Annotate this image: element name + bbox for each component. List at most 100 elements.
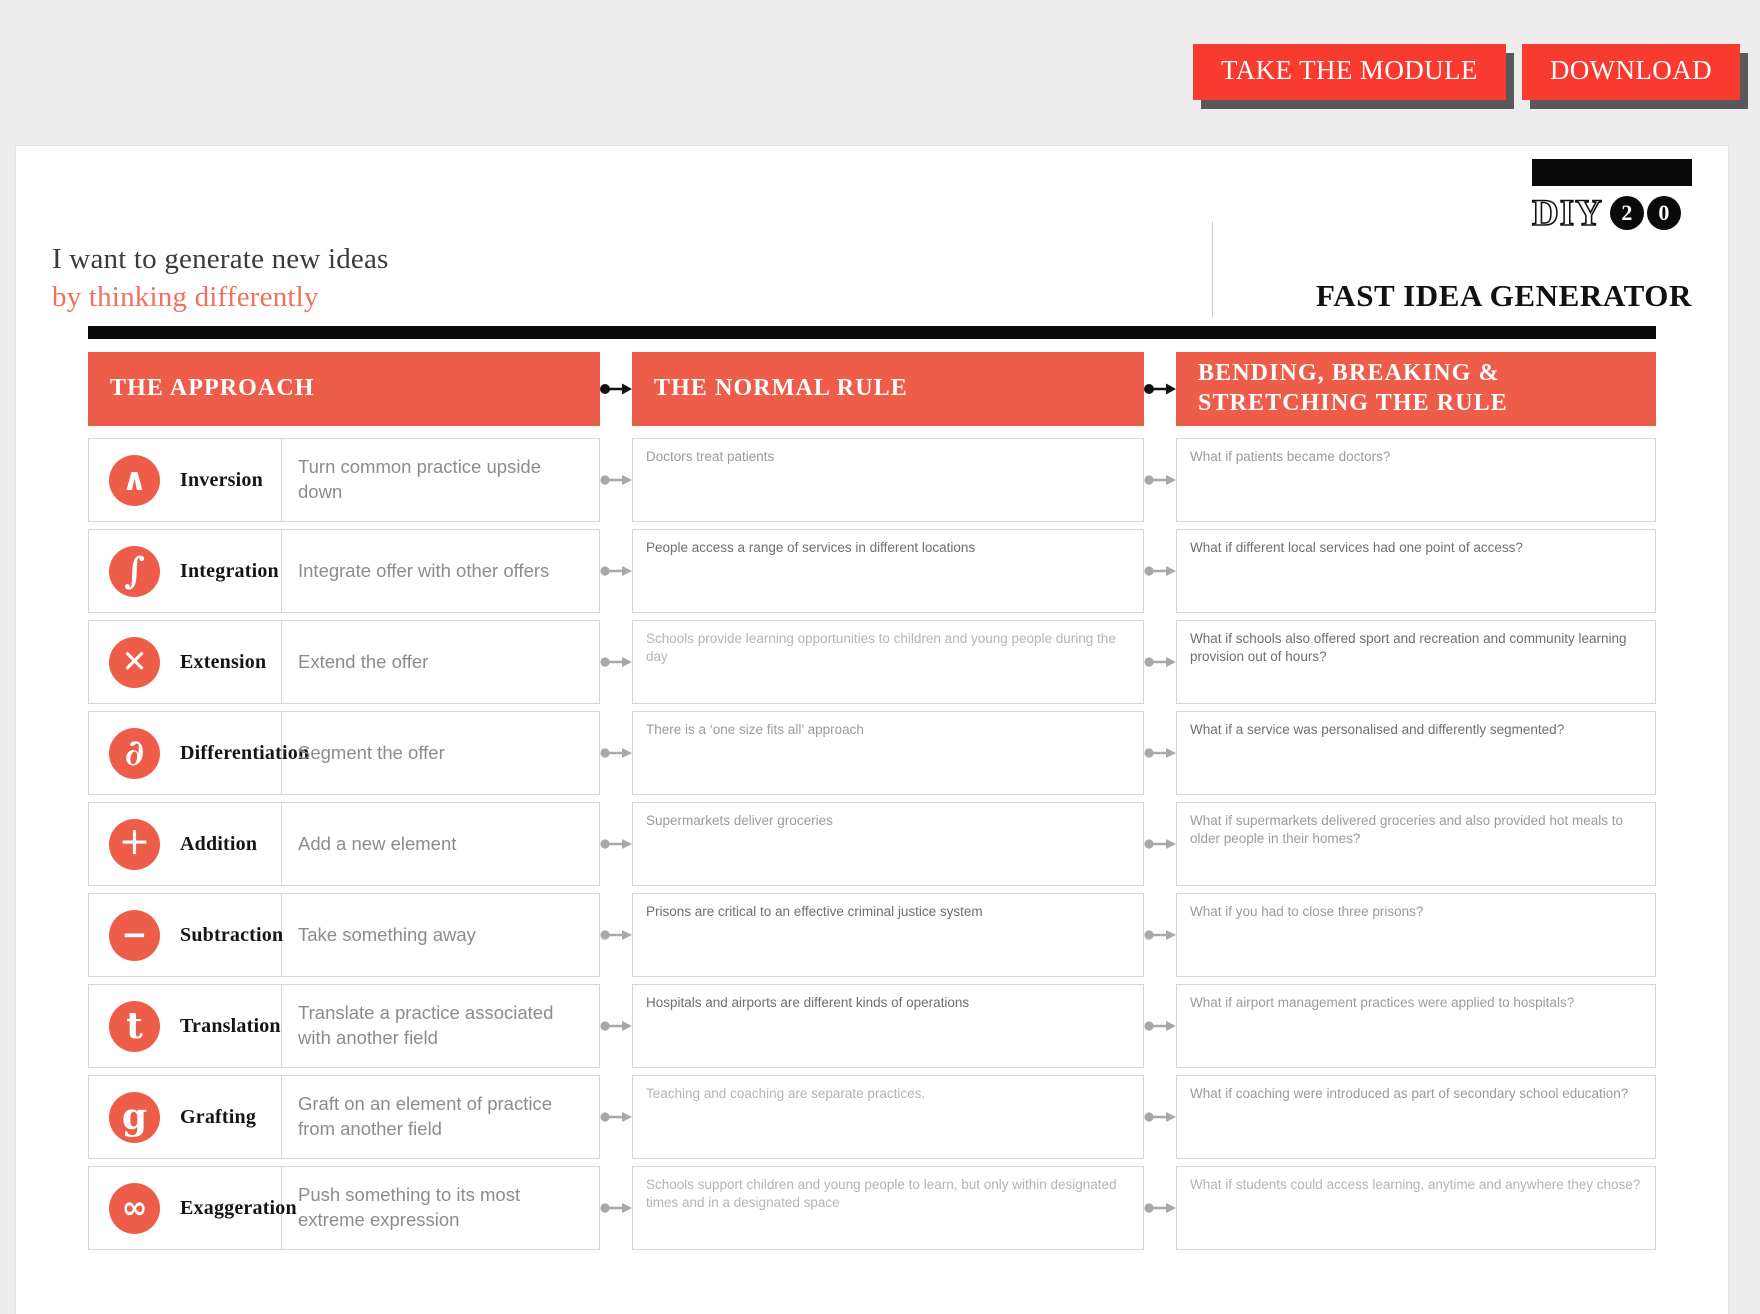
approach-cell: ＋ Addition Add a new element [88,802,600,886]
approach-cell: g Grafting Graft on an element of practice… [88,1075,600,1159]
worksheet-row: g Grafting Graft on an element of practice… [88,1075,1656,1159]
arrow-dot-icon [600,657,632,667]
worksheet-row: ∂ Differentiation Segment the offer There i… [88,711,1656,795]
approach-name: Exaggeration [180,1196,297,1219]
arrow-dot-icon [600,748,632,758]
column-header-bending-line-2: STRETCHING THE RULE [1198,390,1508,416]
normal-rule-cell[interactable]: People access a range of services in dif… [632,529,1144,613]
worksheet-row: t Translation Translate a practice associa… [88,984,1656,1068]
row-connector-approach-to-rule [600,984,632,1068]
row-connector-rule-to-bending [1144,620,1176,704]
intent-statement: I want to generate new ideas by thinking… [52,222,1212,318]
approach-description-pane: Push something to its most extreme expre… [282,1167,599,1249]
approach-icon-pane: ＋ Addition [89,803,282,885]
normal-rule-text: Doctors treat patients [646,449,775,464]
normal-rule-text: Teaching and coaching are separate pract… [646,1086,926,1101]
row-connector-approach-to-rule [600,529,632,613]
download-button[interactable]: DOWNLOAD [1521,44,1740,100]
approach-icon-pane: ∂ Differentiation [89,712,309,794]
row-connector-approach-to-rule [600,620,632,704]
approach-cell: ∂ Differentiation Segment the offer [88,711,600,795]
normal-rule-cell[interactable]: There is a ‘one size fits all’ approach [632,711,1144,795]
approach-name: Addition [180,832,258,855]
approach-name: Extension [180,650,267,673]
normal-rule-cell[interactable]: Supermarkets deliver groceries [632,802,1144,886]
approach-description-pane: Translate a practice associated with ano… [282,985,599,1067]
normal-rule-text: Schools provide learning opportunities t… [646,631,1116,664]
worksheet-row: ∞ Exaggeration Push something to its most … [88,1166,1656,1250]
approach-description: Take something away [298,923,476,945]
bending-rule-cell[interactable]: What if schools also offered sport and r… [1176,620,1656,704]
row-connector-rule-to-bending [1144,529,1176,613]
row-connector-rule-to-bending [1144,1166,1176,1250]
black-divider-rule [88,326,1656,339]
arrow-dot-icon [600,930,632,940]
approach-icon-pane: g Grafting [89,1076,282,1158]
arrow-dot-icon [1144,383,1176,395]
take-the-module-button[interactable]: TAKE THE MODULE [1193,44,1506,100]
infinity-icon: ∞ [109,1182,160,1234]
column-header-normal-rule-label: THE NORMAL RULE [654,375,908,402]
bending-rule-cell[interactable]: What if supermarkets delivered groceries… [1176,802,1656,886]
bending-rule-cell[interactable]: What if students could access learning, … [1176,1166,1656,1250]
approach-description: Add a new element [298,832,457,854]
intent-line-1: I want to generate new ideas [52,243,389,275]
normal-rule-cell[interactable]: Schools support children and young peopl… [632,1166,1144,1250]
integral-icon: ∫ [109,545,160,597]
minus-icon: − [109,909,160,961]
arrow-dot-icon [1144,566,1176,576]
worksheet-row: ∧ Inversion Turn common practice upside do… [88,438,1656,522]
approach-description: Turn common practice upside down [298,456,542,502]
normal-rule-cell[interactable]: Hospitals and airports are different kin… [632,984,1144,1068]
row-connector-approach-to-rule [600,802,632,886]
page-title: FAST IDEA GENERATOR [1315,278,1692,313]
normal-rule-text: People access a range of services in dif… [646,540,976,555]
partial-derivative-icon: ∂ [109,727,160,779]
worksheet-row: ✕ Extension Extend the offer Schools provid… [88,620,1656,704]
row-connector-rule-to-bending [1144,893,1176,977]
worksheet-row: ＋ Addition Add a new element Supermarkets d… [88,802,1656,886]
bending-rule-cell[interactable]: What if a service was personalised and d… [1176,711,1656,795]
column-header-approach-label: THE APPROACH [110,375,315,402]
normal-rule-cell[interactable]: Prisons are critical to an effective cri… [632,893,1144,977]
top-bar: TAKE THE MODULE DOWNLOAD [0,0,1760,146]
approach-icon-pane: ∫ Integration [89,530,282,612]
logo-black-bar [1532,159,1692,186]
bending-rule-cell[interactable]: What if coaching were introduced as part… [1176,1075,1656,1159]
arrow-dot-icon [1144,475,1176,485]
approach-description: Graft on an element of practice from ano… [298,1093,552,1139]
arrow-dot-icon [1144,1021,1176,1031]
arrow-dot-icon [600,1021,632,1031]
normal-rule-cell[interactable]: Teaching and coaching are separate pract… [632,1075,1144,1159]
arrow-dot-icon [600,1203,632,1213]
bending-rule-cell[interactable]: What if patients became doctors? [1176,438,1656,522]
column-header-normal-rule: THE NORMAL RULE [632,352,1144,426]
column-header-approach: THE APPROACH [88,352,600,426]
caret-up-icon: ∧ [109,454,160,506]
bending-rule-cell[interactable]: What if you had to close three prisons? [1176,893,1656,977]
bending-rule-cell[interactable]: What if airport management practices wer… [1176,984,1656,1068]
row-connector-approach-to-rule [600,438,632,522]
approach-cell: ✕ Extension Extend the offer [88,620,600,704]
approach-description-pane: Add a new element [282,803,599,885]
normal-rule-cell[interactable]: Doctors treat patients [632,438,1144,522]
approach-name: Grafting [180,1105,257,1128]
bending-rule-cell[interactable]: What if different local services had one… [1176,529,1656,613]
approach-name: Inversion [180,468,263,491]
arrow-dot-icon [600,839,632,849]
cta-button-group: TAKE THE MODULE DOWNLOAD [1193,44,1740,100]
normal-rule-text: Prisons are critical to an effective cri… [646,904,983,919]
approach-description-pane: Segment the offer [282,712,599,794]
row-connector-approach-to-rule [600,1166,632,1250]
normal-rule-text: Hospitals and airports are different kin… [646,995,970,1010]
column-header-bending-label: BENDING, BREAKING & STRETCHING THE RULE [1198,359,1508,419]
approach-icon-pane: t Translation [89,985,282,1067]
normal-rule-cell[interactable]: Schools provide learning opportunities t… [632,620,1144,704]
approach-name: Translation [180,1014,281,1037]
bending-rule-text: What if patients became doctors? [1190,449,1391,464]
approach-description: Extend the offer [298,650,429,672]
arrow-dot-icon [1144,748,1176,758]
row-connector-rule-to-bending [1144,1075,1176,1159]
arrow-dot-icon [600,566,632,576]
approach-description-pane: Turn common practice upside down [282,439,599,521]
